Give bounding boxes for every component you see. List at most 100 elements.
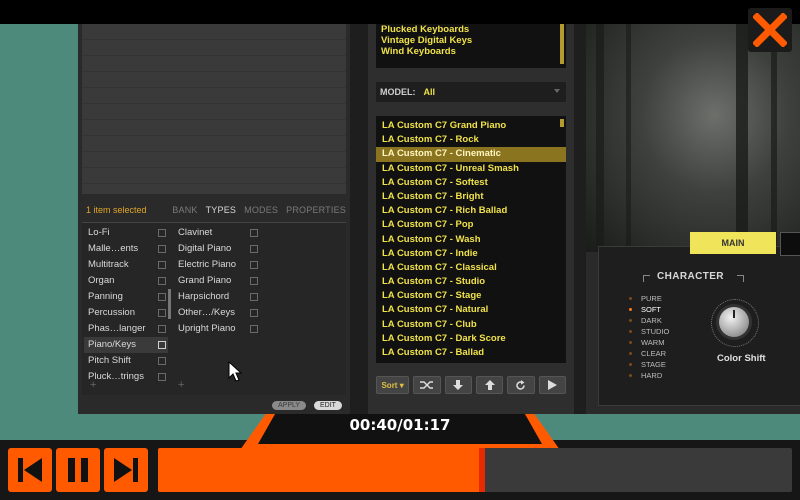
character-option[interactable]: CLEAR	[627, 348, 669, 359]
type-item[interactable]: Other…/Keys	[174, 305, 260, 321]
shuffle-button[interactable]	[413, 376, 441, 394]
type-checkbox[interactable]	[158, 357, 166, 365]
skip-back-button[interactable]	[8, 448, 52, 492]
type-checkbox[interactable]	[158, 309, 166, 317]
preset-item[interactable]: LA Custom C7 - Unreal Smash	[376, 162, 566, 176]
type-item[interactable]: Percussion	[84, 305, 168, 321]
close-button[interactable]	[748, 8, 792, 52]
preset-item[interactable]: LA Custom C7 - Softest	[376, 176, 566, 190]
type-checkbox[interactable]	[250, 229, 258, 237]
type-item[interactable]: Piano/Keys	[84, 337, 168, 353]
preset-item[interactable]: LA Custom C7 - Cinematic	[376, 147, 566, 162]
preset-panel: Plucked Keyboards Vintage Digital Keys W…	[368, 24, 574, 414]
character-option[interactable]: WARM	[627, 337, 669, 348]
character-option[interactable]: DARK	[627, 315, 669, 326]
preset-item[interactable]: LA Custom C7 - Pop	[376, 218, 566, 232]
type-item[interactable]: Grand Piano	[174, 273, 260, 289]
type-item[interactable]: Panning	[84, 289, 168, 305]
progress-bar[interactable]	[158, 448, 792, 492]
skip-forward-icon	[114, 458, 138, 482]
character-option[interactable]: STUDIO	[627, 326, 669, 337]
type-checkbox[interactable]	[158, 229, 166, 237]
led-icon	[629, 319, 632, 322]
type-item[interactable]: Malle…ents	[84, 241, 168, 257]
category-item[interactable]: Wind Keyboards	[376, 46, 566, 57]
add-subtype-icon[interactable]: +	[178, 379, 184, 391]
character-option[interactable]: STAGE	[627, 359, 669, 370]
led-icon	[629, 308, 632, 311]
preset-item[interactable]: LA Custom C7 - Rich Ballad	[376, 204, 566, 218]
type-item[interactable]: Electric Piano	[174, 257, 260, 273]
preset-item[interactable]: LA Custom C7 - Rock	[376, 133, 566, 147]
sort-button[interactable]: Sort ▾	[376, 376, 410, 394]
type-item[interactable]: Phas…langer	[84, 321, 168, 337]
preset-item[interactable]: LA Custom C7 Grand Piano	[376, 119, 566, 133]
type-checkbox[interactable]	[250, 261, 258, 269]
preset-item[interactable]: LA Custom C7 - Dark Score	[376, 332, 566, 346]
type-item[interactable]: Digital Piano	[174, 241, 260, 257]
model-dropdown[interactable]: MODEL: All	[376, 82, 566, 102]
preset-scrollbar[interactable]	[560, 119, 564, 127]
tab-types[interactable]: TYPES	[206, 205, 237, 215]
type-item[interactable]: Harpsichord	[174, 289, 260, 305]
type-checkbox[interactable]	[250, 277, 258, 285]
skip-forward-button[interactable]	[104, 448, 148, 492]
type-checkbox[interactable]	[250, 325, 258, 333]
type-checkbox[interactable]	[158, 245, 166, 253]
type-label: Organ	[88, 275, 115, 286]
tab-properties[interactable]: PROPERTIES	[286, 205, 346, 215]
type-checkbox[interactable]	[158, 261, 166, 269]
preset-item[interactable]: LA Custom C7 - Stage	[376, 289, 566, 303]
move-up-button[interactable]	[475, 376, 504, 394]
preset-item[interactable]: LA Custom C7 - Bright	[376, 190, 566, 204]
move-down-button[interactable]	[444, 376, 472, 394]
type-checkbox[interactable]	[158, 293, 166, 301]
type-checkbox[interactable]	[158, 325, 166, 333]
type-checkbox[interactable]	[250, 245, 258, 253]
type-item[interactable]: Organ	[84, 273, 168, 289]
tab-next[interactable]	[780, 232, 800, 256]
type-checkbox[interactable]	[158, 373, 166, 381]
tab-main[interactable]: MAIN	[690, 232, 776, 254]
type-item[interactable]: Lo-Fi	[84, 225, 168, 241]
preset-item[interactable]: LA Custom C7 - Natural	[376, 303, 566, 317]
character-option[interactable]: PURE	[627, 293, 669, 304]
type-item[interactable]: Pitch Shift	[84, 353, 168, 369]
type-item[interactable]: Clavinet	[174, 225, 260, 241]
browser-panel: 1 item selected BANK TYPES MODES PROPERT…	[78, 24, 350, 414]
type-label: Multitrack	[88, 259, 129, 270]
pause-button[interactable]	[56, 448, 100, 492]
preview-play-button[interactable]	[538, 376, 566, 394]
type-label: Pitch Shift	[88, 355, 131, 366]
preset-item[interactable]: LA Custom C7 - Wash	[376, 233, 566, 247]
tab-bank[interactable]: BANK	[172, 205, 197, 215]
type-checkbox[interactable]	[250, 309, 258, 317]
preset-item[interactable]: LA Custom C7 - Ballad	[376, 346, 566, 360]
preset-item[interactable]: LA Custom C7 - Indie	[376, 247, 566, 261]
apply-button[interactable]: APPLY	[272, 401, 307, 410]
category-item[interactable]: Vintage Digital Keys	[376, 35, 566, 46]
type-label: Percussion	[88, 307, 135, 318]
edit-button[interactable]: EDIT	[314, 401, 342, 410]
refresh-button[interactable]	[507, 376, 535, 394]
category-item[interactable]: Plucked Keyboards	[376, 24, 566, 35]
type-checkbox[interactable]	[158, 277, 166, 285]
preset-item[interactable]: LA Custom C7 - Classical	[376, 261, 566, 275]
tab-modes[interactable]: MODES	[244, 205, 278, 215]
type-item[interactable]: Pluck…trings	[84, 369, 168, 385]
preset-item[interactable]: LA Custom C7 - Studio	[376, 275, 566, 289]
model-value: All	[423, 87, 436, 97]
category-scrollbar[interactable]	[560, 24, 564, 64]
add-type-icon[interactable]: +	[90, 379, 96, 391]
preset-item[interactable]: LA Custom C7 - Club	[376, 318, 566, 332]
type-item[interactable]: Multitrack	[84, 257, 168, 273]
type-item[interactable]: Upright Piano	[174, 321, 260, 337]
character-option[interactable]: SOFT	[627, 304, 669, 315]
type-checkbox[interactable]	[158, 341, 166, 349]
character-option[interactable]: HARD	[627, 370, 669, 381]
types-scrollbar[interactable]	[168, 289, 171, 319]
color-shift-knob[interactable]	[719, 307, 749, 337]
progress-handle[interactable]	[479, 448, 486, 492]
arrow-up-icon	[484, 380, 495, 390]
type-checkbox[interactable]	[250, 293, 258, 301]
